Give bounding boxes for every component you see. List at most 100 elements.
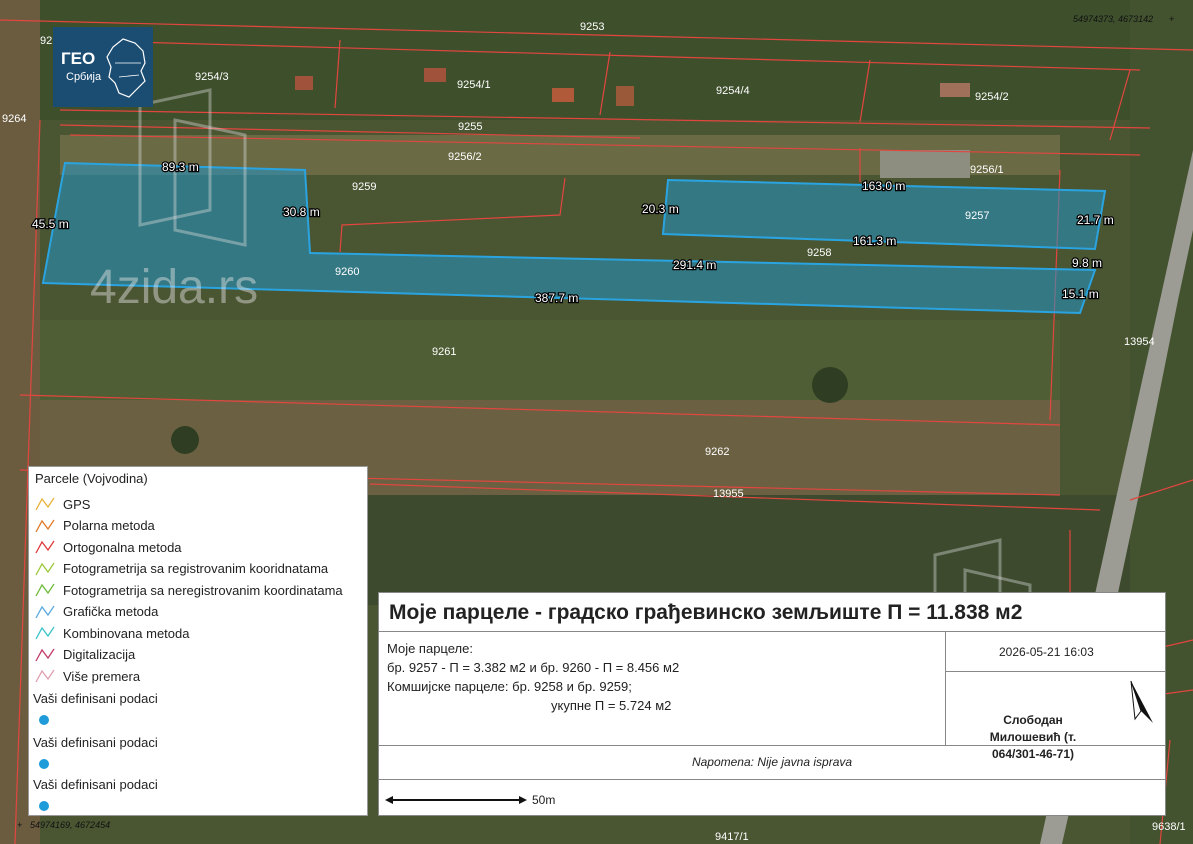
parcel-label: 9254/4 — [716, 85, 750, 97]
legend-item-label: Polarna metoda — [63, 518, 155, 533]
author-name: Слободан Милошевић (т. — [989, 713, 1077, 744]
legend-title: Parcele (Vojvodina) — [35, 471, 148, 486]
measurement-label: 20.3 m — [642, 202, 679, 216]
logo-subtitle: Србија — [66, 71, 102, 83]
farm-buildings — [880, 150, 970, 178]
measurement-label: 45.5 m — [32, 217, 69, 231]
house-5 — [940, 83, 970, 97]
legend-item-label: Više premera — [63, 668, 141, 684]
legend-item-label: Digitalizacija — [63, 647, 136, 662]
legend-item-label: Fotogrametrija sa neregistrovanim koordi… — [63, 582, 343, 598]
legend-item: GPS — [35, 495, 90, 513]
scale-bar — [385, 796, 527, 804]
legend-user-data-label: Vaši definisani podaci — [33, 734, 158, 750]
legend-user-data-marker — [39, 759, 49, 769]
divider — [945, 671, 1165, 672]
measurement-label: 387.7 m — [535, 291, 578, 305]
parcel-label: 9255 — [458, 121, 482, 133]
info-line-4: укупне П = 5.724 м2 — [551, 698, 672, 713]
tree-2 — [171, 426, 199, 454]
measurement-label: 21.7 m — [1077, 213, 1114, 227]
legend-item-label: Fotogrametrija sa registrovanim kooridna… — [63, 561, 329, 576]
measurement-label: 163.0 m — [862, 179, 905, 193]
parcel-label: 9417/1 — [715, 831, 749, 843]
measurement-label: 15.1 m — [1062, 287, 1099, 301]
measurement-label: 89.3 m — [162, 160, 199, 174]
parcel-label: 9257 — [965, 210, 989, 222]
legend-user-data-marker — [39, 715, 49, 725]
aerial-field-a — [20, 320, 1060, 400]
parcel-label: 9254/3 — [195, 71, 229, 83]
legend-user-data-label: Vaši definisani podaci — [33, 776, 158, 792]
info-panel: Моје парцеле - градско грађевинско земљи… — [378, 592, 1166, 816]
measurement-label: 291.4 m — [673, 258, 716, 272]
logo-title: ГЕО — [61, 49, 96, 68]
parcel-label: 9264 — [2, 113, 26, 125]
corner-coordinates-bottom: 54974169, 4672454 — [30, 820, 110, 830]
info-line-3: Комшијске парцеле: бр. 9258 и бр. 9259; — [387, 679, 632, 694]
house-4 — [616, 86, 634, 106]
geo-srbija-logo[interactable]: ГЕО Србија — [53, 27, 153, 107]
parcel-label: 9254/1 — [457, 79, 491, 91]
corner-crosshair-top: + — [1169, 14, 1174, 24]
legend-line-icon — [35, 497, 55, 511]
parcel-label: 13955 — [713, 488, 744, 500]
legend-item: Ortogonalna metoda — [35, 538, 182, 556]
parcel-label: 9253 — [580, 21, 604, 33]
divider — [379, 779, 1165, 780]
measurement-label: 9.8 m — [1072, 256, 1102, 270]
legend-item-label: GPS — [63, 496, 91, 512]
parcel-label: 9638/1 — [1152, 821, 1186, 833]
parcel-label: 9254/2 — [975, 91, 1009, 103]
corner-crosshair-bottom: + — [17, 820, 22, 830]
divider — [945, 631, 946, 745]
legend-item: Kombinovana metoda — [35, 624, 189, 642]
legend-user-data-1: Vaši definisani podaci — [33, 689, 158, 707]
measurement-label: 30.8 m — [283, 205, 320, 219]
watermark-text-1: 4zida.rs — [90, 261, 258, 314]
tree-1 — [812, 367, 848, 403]
aerial-village-strip — [0, 0, 1193, 120]
house-2 — [295, 76, 313, 90]
legend-line-icon — [35, 583, 55, 597]
parcel-label: 92 — [40, 35, 52, 47]
legend-user-data-2: Vaši definisani podaci — [33, 733, 158, 751]
parcel-label: 13954 — [1124, 336, 1155, 348]
parcel-label: 9261 — [432, 346, 456, 358]
legend-line-icon — [35, 648, 55, 661]
legend-user-data-3: Vaši definisani podaci — [33, 775, 158, 793]
legend-item-label: Grafička metoda — [63, 604, 159, 619]
legend-line-icon — [35, 605, 55, 618]
house-1 — [424, 68, 446, 82]
parcel-label: 9260 — [335, 266, 359, 278]
parcel-label: 9256/2 — [448, 151, 482, 163]
house-3 — [552, 88, 574, 102]
parcel-label: 9258 — [807, 247, 831, 259]
north-arrow-icon — [1130, 680, 1153, 723]
legend-item-label: Ortogonalna metoda — [63, 539, 182, 555]
info-note: Napomena: Nije javna isprava — [691, 755, 853, 769]
info-line-1: Моје парцеле: — [387, 641, 473, 656]
parcel-label: 9256/1 — [970, 164, 1004, 176]
serbia-map-icon — [106, 38, 146, 98]
divider — [379, 631, 1165, 632]
parcel-label: 9262 — [705, 446, 729, 458]
legend-item: Fotogrametrija sa registrovanim kooridna… — [35, 560, 328, 578]
corner-coordinates-top: 54974373, 4673142 — [1073, 14, 1153, 24]
info-line-2: бр. 9257 - П = 3.382 м2 и бр. 9260 - П =… — [387, 660, 680, 675]
measurement-label: 161.3 m — [853, 234, 896, 248]
legend-item: Polarna metoda — [35, 517, 155, 535]
legend-item-label: Kombinovana metoda — [63, 625, 190, 641]
legend-item: Digitalizacija — [35, 646, 135, 664]
legend-line-icon — [35, 626, 55, 640]
legend-panel: Parcele (Vojvodina) GPS Polarna metoda Ort… — [28, 466, 368, 816]
legend-item: Više premera — [35, 667, 140, 685]
legend-user-data-marker — [39, 801, 49, 811]
legend-item: Fotogrametrija sa neregistrovanim koordi… — [35, 581, 343, 599]
legend-line-icon — [35, 562, 55, 575]
scale-label: 50m — [532, 793, 556, 807]
legend-user-data-label: Vaši definisani podaci — [33, 690, 158, 706]
legend-line-icon — [35, 669, 55, 683]
legend-item: Grafička metoda — [35, 603, 158, 621]
info-title: Моје парцеле - градско грађевинско земљи… — [389, 601, 1023, 624]
